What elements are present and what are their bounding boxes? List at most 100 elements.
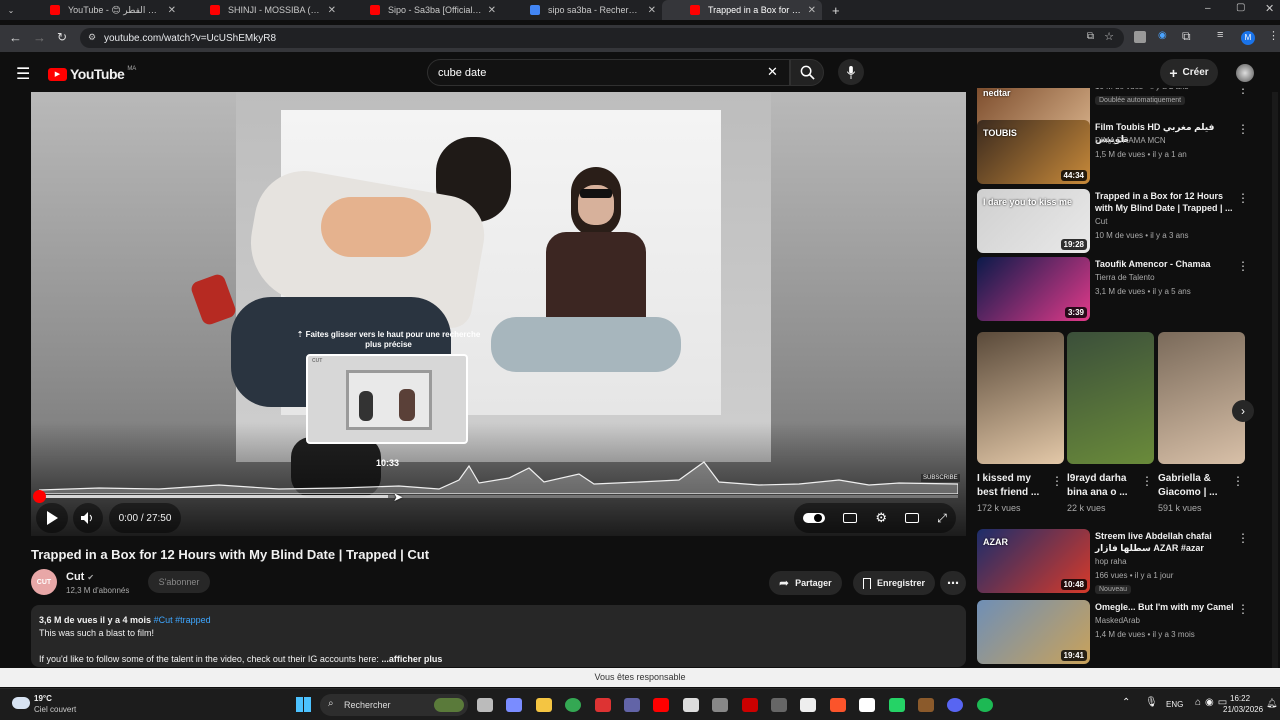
progress-scrubber[interactable] (33, 490, 46, 503)
video-title[interactable]: Trapped in a Box for 12 Hours with My Bl… (1095, 190, 1235, 214)
xm-app-icon[interactable] (800, 698, 817, 712)
clock-date[interactable]: 21/03/2026 (1223, 705, 1263, 714)
video-menu-icon[interactable]: ⋮ (1237, 191, 1249, 205)
fullscreen-icon[interactable]: ⤢ (937, 511, 947, 526)
video-menu-icon[interactable]: ⋮ (1237, 259, 1249, 273)
search-input[interactable]: cube date (427, 59, 790, 86)
forward-icon[interactable]: → (33, 30, 46, 45)
subscribe-watermark[interactable]: SUBSCRIBE (921, 474, 960, 482)
video-menu-icon[interactable]: ⋮ (1237, 602, 1249, 616)
recommended-video[interactable]: 3:39 Taoufik Amencor - Chamaa Tierra de Ta… (977, 257, 1267, 321)
autoplay-toggle[interactable] (803, 513, 826, 523)
video-title[interactable]: Taoufik Amencor - Chamaa (1095, 258, 1235, 270)
browser-tab[interactable]: SHINJI - MOSSIBA ( Music Video) ✕ (182, 0, 342, 20)
video-title[interactable]: Streem live Abdellah chafai سطلها فازار … (1095, 530, 1235, 554)
channel-name[interactable]: Cut ✔ (66, 571, 94, 583)
file-explorer-icon[interactable] (535, 698, 552, 712)
voice-search-button[interactable] (838, 59, 864, 85)
short-thumbnail[interactable] (977, 332, 1064, 464)
browser-tab[interactable]: YouTube - 😊 اجواء عيد الفطر ✕ (22, 0, 182, 20)
tab-close-icon[interactable]: ✕ (168, 5, 176, 16)
show-more-link[interactable]: ...afficher plus (381, 654, 442, 664)
channel-name[interactable]: DIMA DRAMA MCN (1095, 136, 1166, 145)
play-button[interactable] (36, 503, 68, 533)
obs-icon[interactable] (771, 698, 787, 712)
channel-name[interactable]: MaskedArab (1095, 616, 1140, 625)
discord-icon[interactable] (947, 698, 964, 712)
bookmark-star-icon[interactable]: ☆ (1104, 30, 1114, 43)
video-thumbnail[interactable]: I dare you to kiss me 19:28 (977, 189, 1090, 253)
short-menu-icon[interactable]: ⋮ (1232, 474, 1244, 488)
profile-avatar[interactable]: M (1241, 31, 1255, 45)
video-menu-icon[interactable]: ⋮ (1237, 531, 1249, 545)
start-windows-icon[interactable] (296, 697, 311, 712)
channel-avatar[interactable]: CUT (31, 569, 57, 595)
short-menu-icon[interactable]: ⋮ (1141, 474, 1153, 488)
tab-close-icon[interactable]: ✕ (648, 5, 656, 16)
install-icon[interactable]: ⧉ (1087, 31, 1094, 42)
teams-icon[interactable] (624, 698, 640, 712)
recommended-video[interactable]: 19:41 Omegle... But I'm with my Camel Mask… (977, 600, 1267, 664)
weather-cloud-icon[interactable] (12, 697, 30, 709)
subtitles-icon[interactable] (843, 513, 858, 523)
hashtags[interactable]: #Cut #trapped (154, 615, 211, 625)
clock-time[interactable]: 16:22 (1230, 694, 1250, 703)
chrome-icon[interactable] (565, 698, 582, 712)
save-button[interactable]: Enregistrer (853, 571, 936, 595)
maximize-icon[interactable]: ▢ (1236, 2, 1245, 13)
share-button[interactable]: ➦ Partager (769, 571, 842, 595)
channel-name[interactable]: Cut (1095, 217, 1107, 226)
browser-tab[interactable]: sipo sa3ba - Recherche Google ✕ (502, 0, 662, 20)
address-bar[interactable]: ⚙ youtube.com/watch?v=UcUShEMkyR8 ⧉ ☆ (80, 28, 1124, 48)
search-button[interactable] (790, 59, 824, 86)
spotify-icon[interactable] (976, 698, 993, 712)
video-thumbnail[interactable]: TOUBIS 44:34 (977, 120, 1090, 184)
video-thumbnail[interactable]: 19:41 (977, 600, 1090, 664)
microphone-tray-icon[interactable]: 🎙︎ (1145, 697, 1158, 708)
shorts-next-icon[interactable]: › (1232, 400, 1254, 422)
recommended-video[interactable]: I dare you to kiss me 19:28 Trapped in a B… (977, 189, 1267, 253)
short-menu-icon[interactable]: ⋮ (1051, 474, 1063, 488)
recommended-video[interactable]: AZAR 10:48 Streem live Abdellah chafai سطل… (977, 529, 1267, 594)
short-title[interactable]: Gabriella & Giacomo | ... (1158, 472, 1230, 500)
pen-app-icon[interactable] (712, 698, 729, 712)
fn-app-icon[interactable] (682, 698, 699, 712)
miniplayer-icon[interactable] (905, 513, 920, 523)
description-box[interactable]: 3,6 M de vues il y a 4 mois #Cut #trappe… (31, 605, 966, 667)
short-thumbnail[interactable] (1067, 332, 1154, 464)
scrollbar[interactable] (1272, 92, 1278, 668)
short-title[interactable]: l9rayd darha bina ana o ... (1067, 472, 1139, 500)
extensions-puzzle-icon[interactable]: ⧉ (1182, 29, 1191, 44)
video-menu-icon[interactable]: ⋮ (1237, 122, 1249, 136)
red-app-icon[interactable] (741, 698, 758, 712)
clear-search-icon[interactable]: ✕ (767, 64, 778, 80)
menu-kebab-icon[interactable]: ⋮ (1268, 29, 1279, 42)
whatsapp-icon[interactable] (888, 698, 905, 712)
more-actions-button[interactable]: ⋯ (940, 571, 966, 595)
channel-name[interactable]: hop raha (1095, 557, 1127, 566)
new-tab-button[interactable]: + (832, 3, 840, 18)
video-title[interactable]: Omegle... But I'm with my Camel (1095, 601, 1235, 613)
recommended-video[interactable]: TOUBIS 44:34 Film Toubis HD فيلم مغربي طوب… (977, 120, 1267, 184)
media-icon[interactable]: ◉ (1158, 30, 1167, 41)
settings-gear-icon[interactable]: ⚙ (875, 510, 887, 526)
account-avatar[interactable] (1236, 64, 1254, 82)
youtube-logo[interactable]: ▶ YouTube MA (48, 66, 136, 82)
extension-icon[interactable] (1134, 31, 1146, 43)
tiktok-icon[interactable] (859, 698, 876, 712)
language-indicator[interactable]: ENG (1166, 700, 1183, 709)
notification-bell-icon[interactable]: 🔔︎ (1266, 698, 1277, 709)
task-view-icon[interactable] (477, 698, 493, 712)
tab-close-icon[interactable]: ✕ (488, 5, 496, 16)
back-icon[interactable]: ← (9, 30, 22, 45)
volume-button[interactable] (73, 503, 103, 533)
tab-close-icon[interactable]: ✕ (328, 5, 336, 16)
browser-tab[interactable]: Trapped in a Box for 12 Hours with My Bl… (662, 0, 822, 20)
channel-name[interactable]: Tierra de Talento (1095, 273, 1155, 282)
tab-close-icon[interactable]: ✕ (808, 5, 816, 16)
video-player[interactable]: ⇡ Faites glisser vers le haut pour une r… (31, 92, 966, 536)
copilot-icon[interactable] (506, 698, 523, 712)
reading-list-icon[interactable]: ≡ (1217, 29, 1223, 41)
site-info-icon[interactable]: ⚙ (88, 32, 96, 43)
tray-chevron-icon[interactable]: ⌃ (1122, 697, 1130, 708)
